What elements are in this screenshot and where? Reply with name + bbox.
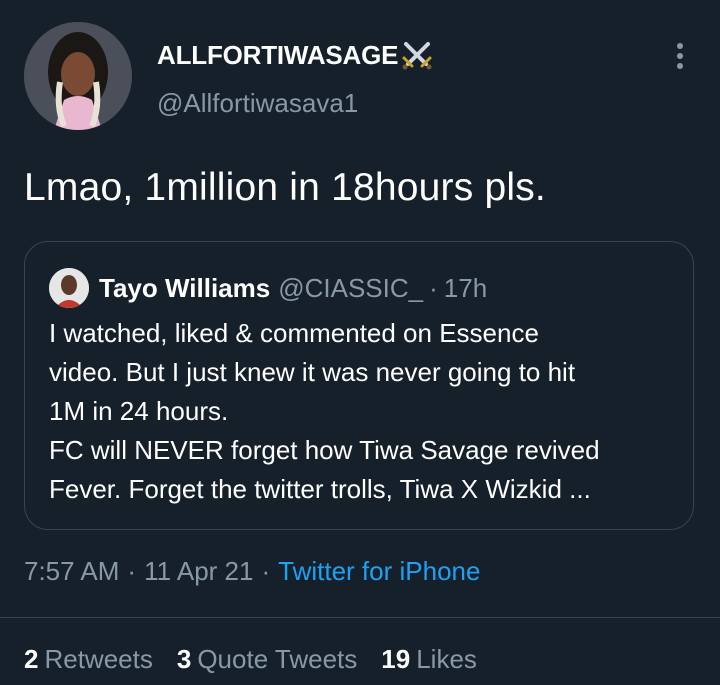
- quoted-line: FC will NEVER forget how Tiwa Savage rev…: [49, 435, 600, 465]
- tweet-source-link[interactable]: Twitter for iPhone: [278, 556, 480, 586]
- retweets-stat[interactable]: 2 Retweets: [24, 644, 153, 675]
- retweets-count: 2: [24, 644, 39, 674]
- quote-tweets-stat[interactable]: 3 Quote Tweets: [177, 644, 357, 675]
- meta-separator: ·: [127, 556, 137, 586]
- quoted-line: I watched, liked & commented on Essence: [49, 318, 539, 348]
- quote-tweets-count: 3: [176, 644, 192, 674]
- quoted-line: Fever. Forget the twitter trolls, Tiwa X…: [49, 474, 591, 504]
- quoted-author-avatar: [49, 268, 89, 308]
- divider: [0, 617, 720, 618]
- quoted-author-name: Tayo Williams: [99, 272, 271, 303]
- meta-separator: ·: [261, 556, 271, 586]
- likes-label: Likes: [416, 644, 477, 674]
- quoted-line: 1M in 24 hours.: [49, 396, 229, 426]
- quoted-author-avatar-image: [49, 268, 89, 308]
- quoted-line: video. But I just knew it was never goin…: [49, 357, 576, 387]
- author-avatar[interactable]: [24, 22, 132, 130]
- quote-tweets-label: Quote Tweets: [197, 644, 358, 674]
- crossed-swords-icon: [402, 42, 432, 70]
- more-options-icon[interactable]: [668, 40, 692, 72]
- likes-stat[interactable]: 19 Likes: [381, 644, 477, 675]
- likes-count: 19: [381, 644, 411, 674]
- author-name-text: ALLFORTIWASAGE: [157, 39, 399, 70]
- tweet-stats: 2 Retweets 3 Quote Tweets 19 Likes: [24, 644, 501, 675]
- retweets-label: Retweets: [44, 644, 153, 674]
- author-display-name[interactable]: ALLFORTIWASAGE: [157, 38, 434, 72]
- quoted-time: 17h: [443, 272, 488, 303]
- author-handle[interactable]: @Allfortiwasava1: [157, 88, 358, 119]
- quoted-tweet-text: I watched, liked & commented on Essence …: [49, 314, 679, 509]
- tweet-date: 11 Apr 21: [144, 556, 254, 586]
- tweet-time: 7:57 AM: [24, 556, 120, 586]
- author-avatar-image: [24, 22, 132, 130]
- quoted-tweet-header: Tayo Williams @CIASSIC_ · 17h: [49, 268, 487, 308]
- quoted-separator: ·: [429, 272, 438, 303]
- tweet-meta: 7:57 AM · 11 Apr 21 · Twitter for iPhone: [24, 556, 480, 587]
- quoted-tweet-card[interactable]: Tayo Williams @CIASSIC_ · 17h I watched,…: [24, 241, 694, 530]
- quoted-author-handle: @CIASSIC_: [278, 272, 424, 303]
- tweet-text: Lmao, 1million in 18hours pls.: [24, 166, 546, 209]
